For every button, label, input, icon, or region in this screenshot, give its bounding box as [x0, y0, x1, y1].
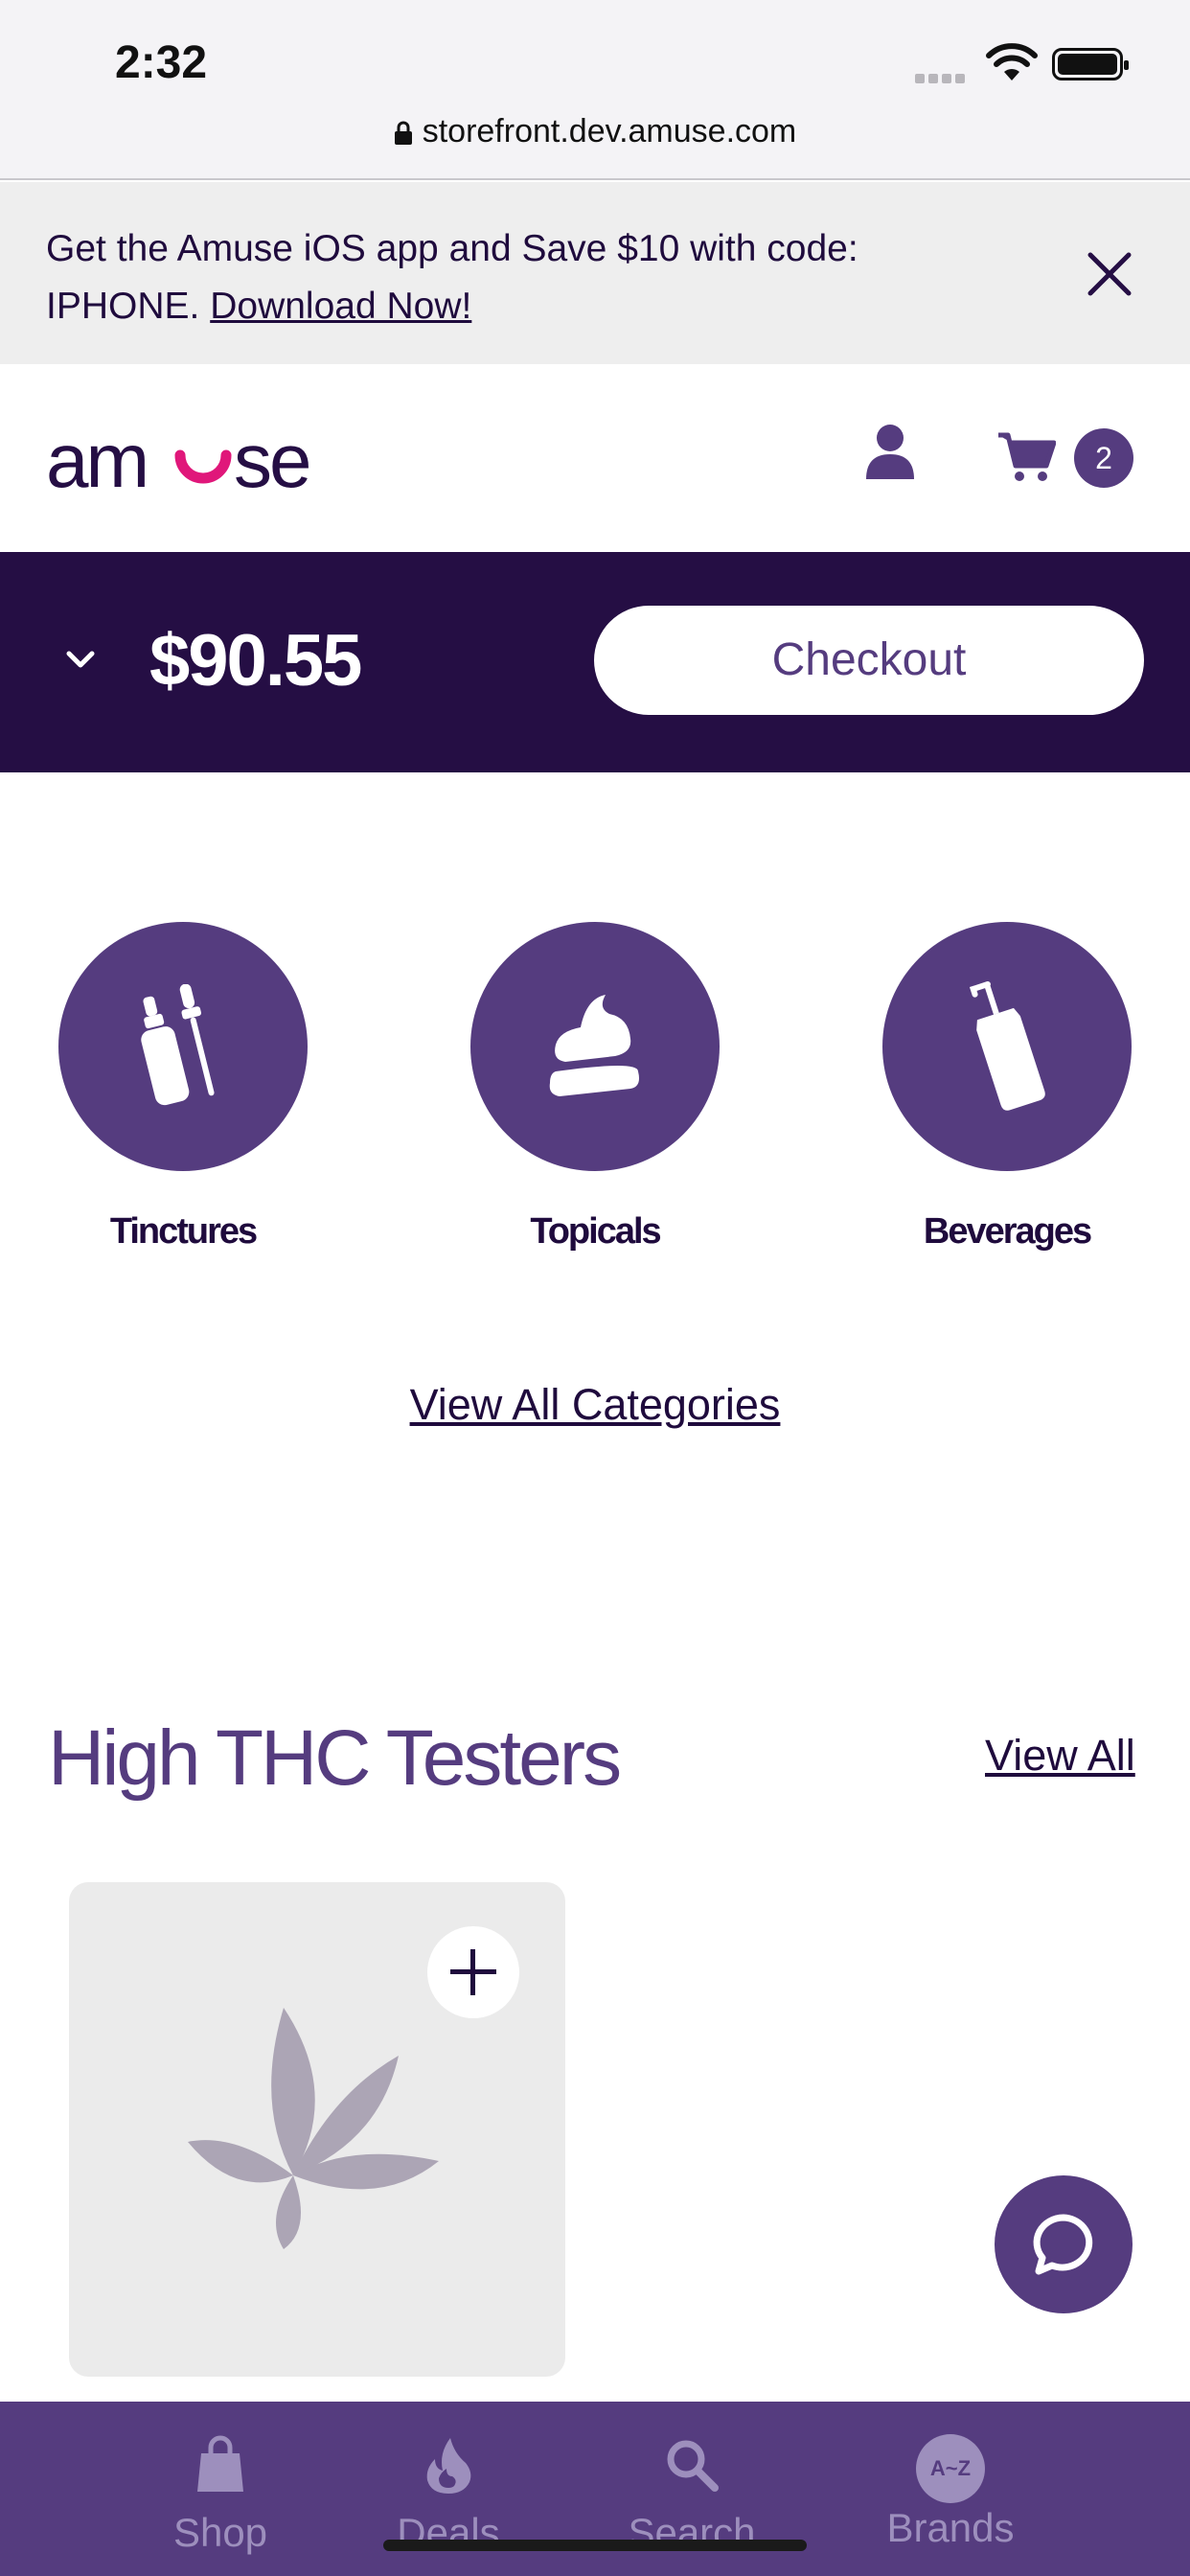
nav-search[interactable]: Search	[596, 2434, 788, 2556]
nav-label: Brands	[886, 2505, 1015, 2550]
cellular-signal-icon	[915, 71, 969, 88]
category-tinctures[interactable]: Tinctures	[58, 922, 308, 1253]
tincture-icon	[141, 984, 215, 1106]
amuse-logo[interactable]: amuse am se	[46, 402, 333, 508]
checkout-button[interactable]: Checkout	[594, 606, 1144, 715]
a-z-icon: A~Z	[916, 2434, 985, 2503]
shopping-cart-icon[interactable]	[996, 429, 1056, 483]
search-icon	[667, 2440, 719, 2492]
svg-text:se: se	[234, 418, 309, 503]
close-icon[interactable]	[1083, 247, 1136, 301]
url-text: storefront.dev.amuse.com	[422, 113, 797, 150]
app-promo-banner: Get the Amuse iOS app and Save $10 with …	[0, 182, 1190, 364]
beverage-icon	[969, 981, 1045, 1111]
cart-count-badge[interactable]: 2	[1074, 428, 1133, 488]
topical-icon	[549, 995, 639, 1096]
chevron-down-icon[interactable]	[59, 646, 102, 675]
download-now-link[interactable]: Download Now!	[210, 286, 471, 327]
lock-icon	[394, 121, 412, 145]
view-all-categories-link[interactable]: View All Categories	[0, 1380, 1190, 1430]
shopping-bag-icon	[197, 2435, 243, 2492]
category-circle[interactable]	[882, 922, 1132, 1171]
url-bar[interactable]: storefront.dev.amuse.com	[0, 113, 1190, 150]
chat-button[interactable]	[995, 2175, 1133, 2313]
cannabis-leaf-placeholder-icon	[188, 2008, 439, 2249]
cart-total: $90.55	[149, 620, 362, 702]
category-label: Beverages	[923, 1211, 1092, 1252]
flame-icon	[426, 2438, 471, 2494]
account-icon[interactable]	[860, 422, 920, 481]
nav-shop[interactable]: Shop	[125, 2434, 316, 2556]
wifi-icon	[986, 43, 1038, 80]
nav-deals[interactable]: Deals	[353, 2434, 544, 2556]
nav-brands[interactable]: A~Z Brands	[855, 2434, 1046, 2551]
view-all-link[interactable]: View All	[985, 1731, 1135, 1781]
add-to-cart-button[interactable]	[427, 1926, 519, 2018]
promo-text: Get the Amuse iOS app and Save $10 with …	[46, 220, 956, 335]
category-circle[interactable]	[470, 922, 720, 1171]
browser-status-bar: 2:32 storefront.dev.amuse.com	[0, 0, 1190, 180]
nav-label: Shop	[172, 2510, 268, 2555]
battery-icon	[1052, 48, 1129, 80]
svg-text:am: am	[46, 418, 147, 503]
home-indicator	[383, 2540, 807, 2551]
section-title: High THC Testers	[48, 1714, 622, 1802]
category-beverages[interactable]: Beverages	[882, 922, 1132, 1253]
chat-bubble-icon	[1033, 2214, 1093, 2275]
status-time: 2:32	[115, 37, 208, 88]
category-label: Topicals	[530, 1211, 661, 1252]
category-label: Tinctures	[109, 1211, 258, 1252]
category-circle[interactable]	[58, 922, 308, 1171]
category-topicals[interactable]: Topicals	[470, 922, 720, 1253]
